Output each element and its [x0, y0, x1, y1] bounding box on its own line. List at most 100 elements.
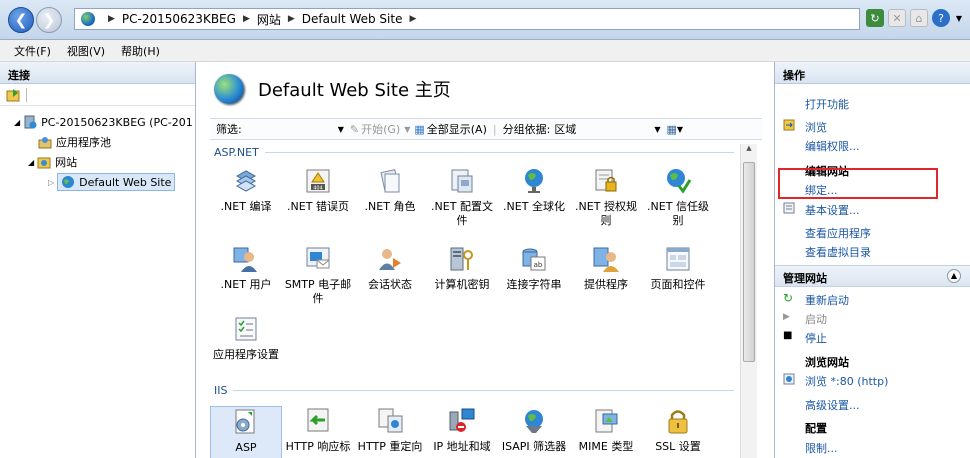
browse-link[interactable]: 浏览 — [805, 119, 827, 135]
go-button[interactable]: 开始(G) — [361, 121, 400, 137]
globe-icon — [62, 176, 75, 188]
restart-link[interactable]: 重新启动 — [805, 292, 849, 308]
feature-isapi-filters[interactable]: ISAPI 筛选器 — [498, 406, 570, 454]
feature-net-authorization[interactable]: .NET 授权规则 — [570, 166, 642, 228]
back-button[interactable]: ❮ — [8, 7, 34, 33]
ip-domain-icon — [449, 408, 475, 432]
group-by-select[interactable]: 区域 — [554, 121, 654, 137]
menu-view[interactable]: 视图(V) — [67, 43, 105, 59]
features-view: Default Web Site 主页 筛选: ▼ ✎ 开始(G) ▼ ▦ 全部… — [200, 62, 770, 458]
filter-input[interactable] — [246, 121, 338, 137]
site-globe-icon — [214, 74, 244, 104]
menu-help[interactable]: 帮助(H) — [121, 43, 160, 59]
feature-pages-controls[interactable]: 页面和控件 — [642, 244, 714, 292]
feature-session-state[interactable]: 会话状态 — [354, 244, 426, 292]
filter-dropdown-icon[interactable]: ▼ — [338, 125, 344, 134]
authorization-icon — [595, 169, 617, 192]
scroll-up-icon[interactable]: ▲ — [741, 144, 757, 152]
feature-asp[interactable]: ASP — [210, 406, 282, 458]
refresh-icon[interactable]: ↻ — [866, 9, 884, 27]
view-mode-dropdown-icon[interactable]: ▼ — [677, 125, 683, 134]
feature-providers[interactable]: 提供程序 — [570, 244, 642, 292]
machine-key-icon — [450, 247, 473, 271]
trust-levels-icon — [667, 169, 692, 194]
feature-label: IP 地址和域 — [433, 440, 491, 453]
expand-arrow-icon[interactable]: ◢ — [28, 158, 34, 167]
tree-item-app-pools[interactable]: 应用程序池 — [0, 132, 195, 152]
feature-ip-domain[interactable]: IP 地址和域 — [426, 406, 498, 454]
breadcrumb-server[interactable]: PC-20150623KBEG — [122, 12, 236, 26]
profile-icon — [451, 169, 473, 193]
stop-link[interactable]: 停止 — [805, 330, 827, 346]
breadcrumb-arrow-icon: ▶ — [108, 14, 115, 24]
group-header-aspnet[interactable]: ASP.NET — [214, 146, 734, 159]
tree-label: Default Web Site — [79, 175, 172, 189]
tree-item-sites[interactable]: ◢ 网站 — [0, 152, 195, 172]
feature-net-globalization[interactable]: .NET 全球化 — [498, 166, 570, 214]
breadcrumb-arrow-icon: ▶ — [242, 14, 250, 24]
start-link[interactable]: 启动 — [805, 311, 827, 327]
collapse-arrow-icon[interactable]: ▷ — [48, 178, 54, 187]
stop-icon[interactable]: ✕ — [888, 9, 906, 27]
feature-mime-types[interactable]: MIME 类型 — [570, 406, 642, 454]
edit-permissions-link[interactable]: 编辑权限... — [805, 138, 860, 154]
feature-net-roles[interactable]: .NET 角色 — [354, 166, 426, 214]
feature-ssl-settings[interactable]: SSL 设置 — [642, 406, 714, 454]
feature-net-compilation[interactable]: .NET 编译 — [210, 166, 282, 214]
feature-net-error-pages[interactable]: 404 .NET 错误页 — [282, 166, 354, 214]
home-icon[interactable]: ⌂ — [910, 9, 928, 27]
advanced-settings-link[interactable]: 高级设置... — [805, 397, 860, 413]
help-dropdown-icon[interactable]: ▼ — [954, 9, 964, 27]
feature-label: 连接字符串 — [506, 278, 562, 291]
address-field[interactable]: ▶ PC-20150623KBEG ▶ 网站 ▶ Default Web Sit… — [74, 8, 860, 30]
manage-site-section[interactable]: 管理网站 ▲ — [775, 265, 970, 287]
features-scrollbar[interactable]: ▲ — [740, 144, 757, 458]
connect-icon[interactable] — [6, 87, 22, 103]
tree-item-default-web-site[interactable]: ▷ Default Web Site — [0, 172, 195, 192]
http-response-headers-icon — [307, 408, 329, 432]
view-virtual-directories-link[interactable]: 查看虚拟目录 — [805, 244, 871, 260]
feature-smtp-email[interactable]: SMTP 电子邮件 — [282, 244, 354, 306]
feature-label: 计算机密钥 — [434, 278, 490, 291]
basic-settings-link[interactable]: 基本设置... — [805, 202, 860, 218]
page-title: Default Web Site 主页 — [214, 74, 451, 104]
view-mode-icon[interactable]: ▦ — [666, 123, 676, 136]
breadcrumb-sites[interactable]: 网站 — [257, 11, 281, 28]
filter-bar: 筛选: ▼ ✎ 开始(G) ▼ ▦ 全部显示(A) | 分组依据: 区域 ▼ ▦… — [210, 118, 762, 140]
menu-file[interactable]: 文件(F) — [14, 43, 51, 59]
breadcrumb-site[interactable]: Default Web Site — [302, 12, 403, 26]
feature-net-trust-levels[interactable]: .NET 信任级别 — [642, 166, 714, 228]
view-applications-link[interactable]: 查看应用程序 — [805, 225, 871, 241]
feature-machine-key[interactable]: 计算机密钥 — [426, 244, 498, 292]
feature-connection-strings[interactable]: ab 连接字符串 — [498, 244, 570, 292]
feature-net-profile[interactable]: .NET 配置文件 — [426, 166, 498, 228]
open-feature-link[interactable]: 打开功能 — [805, 96, 849, 112]
expand-arrow-icon[interactable]: ◢ — [14, 118, 20, 127]
group-by-label: 分组依据: — [502, 123, 551, 136]
show-all-button[interactable]: 全部显示(A) — [427, 121, 487, 137]
highlight-box — [778, 168, 938, 199]
feature-label: 会话状态 — [368, 278, 412, 291]
collapse-section-icon[interactable]: ▲ — [947, 269, 961, 283]
scrollbar-thumb[interactable] — [743, 162, 755, 362]
actions-title: 操作 — [775, 62, 970, 84]
browse-http-link[interactable]: 浏览 *:80 (http) — [805, 373, 888, 389]
go-dropdown-icon[interactable]: ▼ — [404, 125, 410, 134]
feature-label: ISAPI 筛选器 — [501, 440, 567, 453]
folder-icon — [37, 157, 51, 169]
feature-http-response-headers[interactable]: HTTP 响应标 — [282, 406, 354, 454]
group-name: IIS — [214, 384, 228, 397]
tree-item-server[interactable]: ◢ PC-20150623KBEG (PC-201 — [0, 112, 195, 132]
address-bar: ❮ ❯ ▶ PC-20150623KBEG ▶ 网站 ▶ Default Web… — [0, 0, 970, 40]
pages-controls-icon — [666, 247, 690, 271]
limits-link[interactable]: 限制... — [805, 440, 838, 456]
start-icon: ▶ — [783, 312, 790, 322]
selected-node[interactable]: Default Web Site — [57, 173, 176, 191]
forward-button[interactable]: ❯ — [36, 7, 62, 33]
group-header-iis[interactable]: IIS — [214, 384, 734, 397]
feature-app-settings[interactable]: 应用程序设置 — [210, 314, 282, 362]
help-icon[interactable]: ? — [932, 9, 950, 27]
feature-http-redirect[interactable]: HTTP 重定向 — [354, 406, 426, 454]
feature-net-users[interactable]: .NET 用户 — [210, 244, 282, 292]
group-by-dropdown-icon[interactable]: ▼ — [654, 125, 660, 134]
